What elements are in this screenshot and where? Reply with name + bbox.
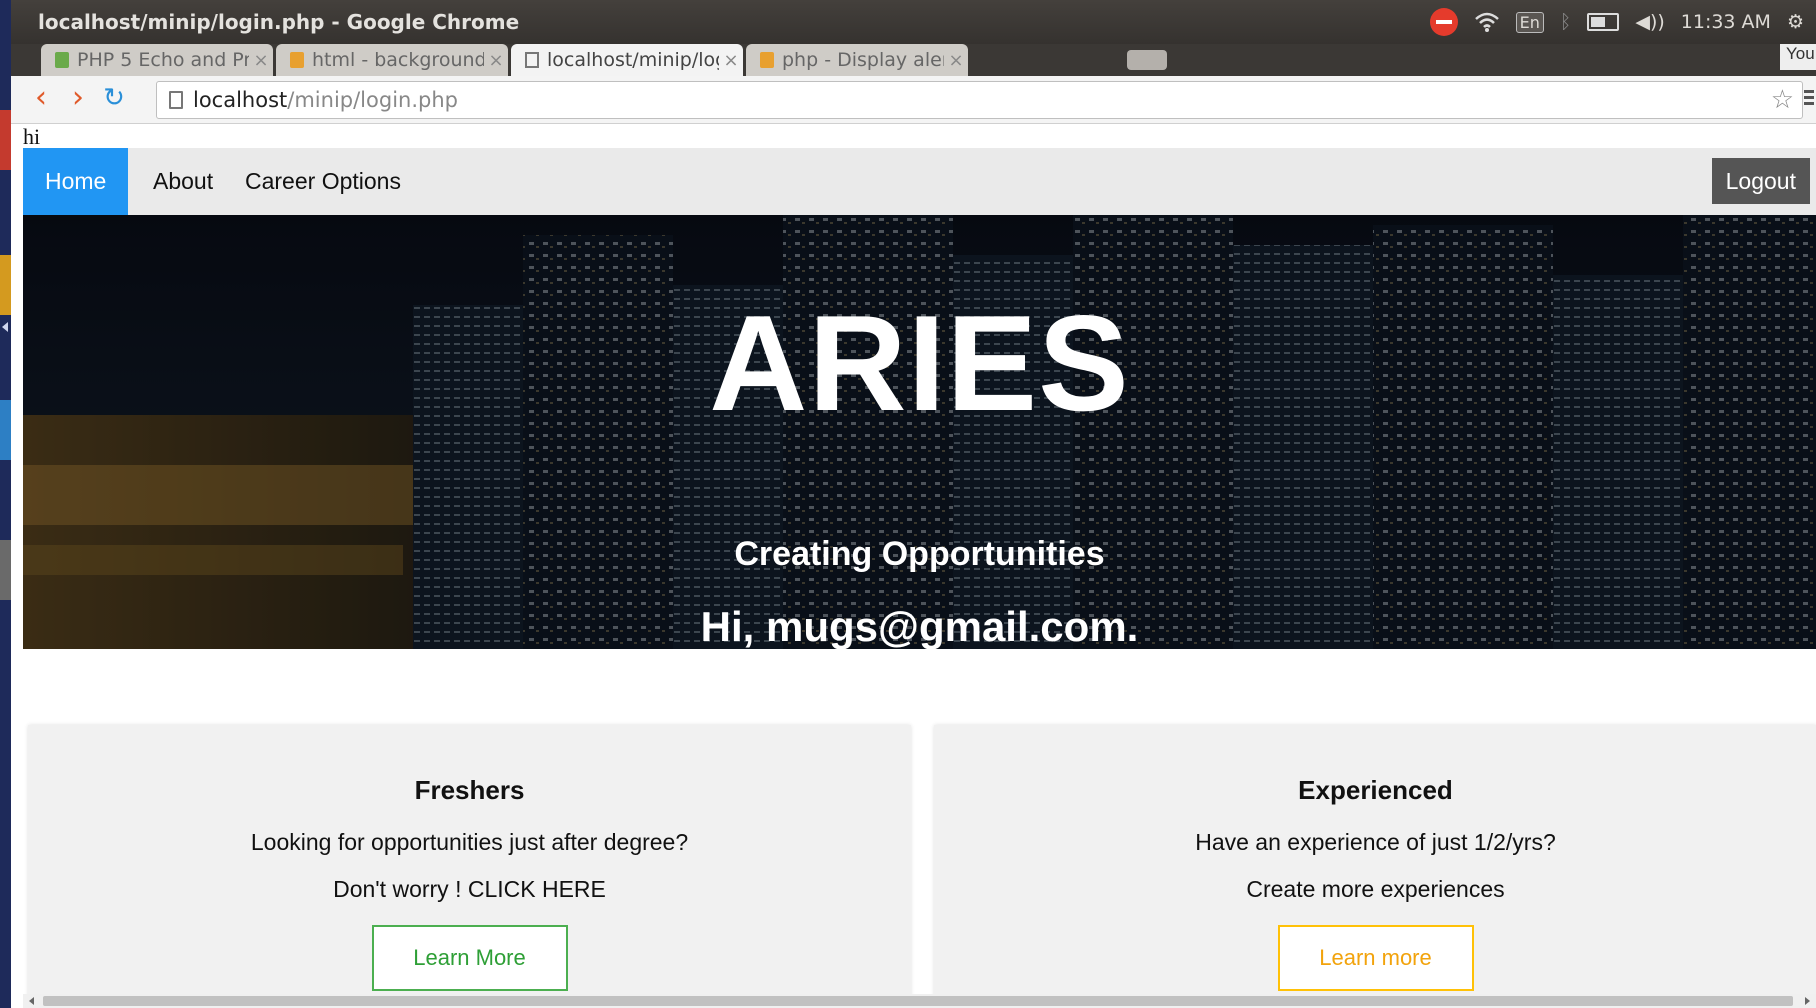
launcher-item[interactable] [0,400,11,460]
launcher-strip [0,0,11,1008]
horizontal-scrollbar[interactable] [23,994,1816,1008]
page-icon [525,52,539,68]
card-text: Looking for opportunities just after deg… [250,829,689,855]
card-text: Have an experience of just 1/2/yrs? [1195,829,1556,855]
experienced-learn-more-button[interactable]: Learn more [1277,925,1474,991]
profile-button[interactable]: You [1780,44,1816,70]
tab-php-echo[interactable]: PHP 5 Echo and Prin × [41,44,273,76]
wifi-icon[interactable] [1474,11,1500,33]
logout-button[interactable]: Logout [1711,158,1810,204]
card-heading: Freshers [414,775,525,805]
top-navigation: Home About Career Options Logout [23,148,1816,215]
tab-title: html - background i [312,49,484,71]
page-viewport: hi Home About Career Options Logout ARIE… [23,124,1816,1004]
stackoverflow-icon [760,52,774,68]
page-icon [169,91,183,109]
address-bar[interactable]: localhost/minip/login.php ☆ [156,81,1803,119]
w3-icon [55,52,69,68]
nav-career-options[interactable]: Career Options [223,148,423,215]
os-top-bar: localhost/minip/login.php - Google Chrom… [11,0,1816,44]
freshers-learn-more-button[interactable]: Learn More [371,925,568,991]
tab-php-display-alert[interactable]: php - Display alert m × [746,44,968,76]
forward-icon[interactable]: › [63,83,93,114]
browser-tab-strip: PHP 5 Echo and Prin × html - background … [11,44,1816,76]
url-path: /minip/login.php [287,88,458,112]
scrollbar-thumb[interactable] [43,996,1793,1006]
freshers-card: Freshers Looking for opportunities just … [28,725,911,1004]
debug-text: hi [23,124,41,149]
chrome-menu-icon[interactable] [1804,90,1814,108]
reload-icon[interactable]: ↻ [99,84,129,114]
scroll-left-icon[interactable] [29,997,34,1005]
back-icon[interactable]: ‹ [26,83,56,114]
system-tray: En ᛒ ◀)) 11:33 AM ⚙ [1429,8,1804,36]
hero-subtitle: Creating Opportunities [734,535,1105,573]
nav-about[interactable]: About [131,148,235,215]
bookmark-star-icon[interactable]: ☆ [1771,85,1794,115]
browser-toolbar: ‹ › ↻ localhost/minip/login.php ☆ [11,76,1816,124]
battery-icon[interactable] [1587,13,1620,31]
tab-localhost-login[interactable]: localhost/minip/log × [511,44,743,76]
hero-banner: ARIES Creating Opportunities Hi, mugs@gm… [23,215,1816,649]
card-text: Don't worry ! CLICK HERE [333,876,606,902]
close-icon[interactable]: × [944,50,968,71]
card-heading: Experienced [1298,775,1453,805]
tab-html-background[interactable]: html - background i × [276,44,508,76]
volume-icon[interactable]: ◀)) [1635,11,1664,33]
close-icon[interactable]: × [484,50,508,71]
tab-title: php - Display alert m [782,49,944,71]
scroll-right-icon[interactable] [1805,997,1810,1005]
window-title: localhost/minip/login.php - Google Chrom… [38,10,520,34]
card-text: Create more experiences [1246,876,1505,902]
new-tab-button[interactable] [1127,50,1167,70]
hero-title: ARIES [709,287,1130,439]
power-icon[interactable]: ⚙ [1787,11,1804,33]
close-icon[interactable]: × [719,50,743,71]
keyboard-language-indicator[interactable]: En [1515,11,1544,33]
url-host: localhost [193,88,288,112]
stackoverflow-icon [290,52,304,68]
bluetooth-icon[interactable]: ᛒ [1560,11,1571,33]
launcher-item[interactable] [0,540,11,600]
tab-title: PHP 5 Echo and Prin [77,49,249,71]
launcher-item[interactable] [0,110,11,170]
experienced-card: Experienced Have an experience of just 1… [934,725,1816,1004]
clock[interactable]: 11:33 AM [1681,11,1771,33]
launcher-item[interactable] [0,255,11,315]
nav-home[interactable]: Home [23,148,129,215]
close-icon[interactable]: × [249,50,273,71]
no-entry-icon[interactable] [1429,8,1458,36]
user-greeting: Hi, mugs@gmail.com. [700,603,1139,649]
launcher-active-arrow-icon [2,322,8,332]
tab-title: localhost/minip/log [547,49,719,71]
